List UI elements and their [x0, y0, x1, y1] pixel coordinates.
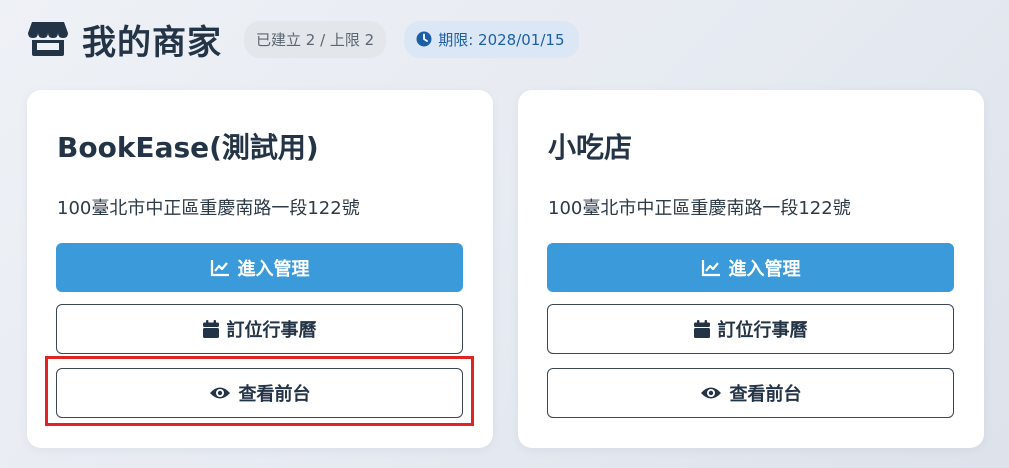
calendar-button[interactable]: 訂位行事曆: [547, 304, 954, 354]
store-address: 100臺北市中正區重慶南路一段122號: [57, 198, 360, 219]
store-card: BookEase(測試用) 100臺北市中正區重慶南路一段122號 進入管理 訂…: [27, 90, 493, 448]
chart-line-icon: [701, 259, 721, 277]
calendar-icon: [202, 320, 219, 338]
manage-button[interactable]: 進入管理: [547, 243, 954, 292]
store-count-badge: 已建立 2 / 上限 2: [244, 20, 387, 58]
calendar-button-label: 訂位行事曆: [226, 320, 317, 341]
manage-button-label: 進入管理: [237, 258, 310, 280]
eye-icon: [700, 385, 722, 401]
view-storefront-button[interactable]: 查看前台: [547, 368, 954, 418]
chart-line-icon: [210, 259, 230, 277]
store-name: BookEase(測試用): [57, 131, 319, 164]
view-storefront-label: 查看前台: [729, 384, 802, 405]
page-title: 我的商家: [82, 22, 222, 63]
manage-button-label: 進入管理: [728, 258, 801, 280]
calendar-button[interactable]: 訂位行事曆: [56, 304, 463, 354]
expiry-badge: 期限: 2028/01/15: [404, 20, 579, 58]
view-storefront-button[interactable]: 查看前台: [56, 368, 463, 418]
calendar-icon: [693, 320, 710, 338]
store-card: 小吃店 100臺北市中正區重慶南路一段122號 進入管理 訂位行事曆 查看前台: [518, 90, 984, 448]
manage-button[interactable]: 進入管理: [56, 243, 463, 292]
store-name: 小吃店: [548, 131, 633, 164]
expiry-text: 期限: 2028/01/15: [438, 30, 565, 49]
store-address: 100臺北市中正區重慶南路一段122號: [548, 198, 851, 219]
view-storefront-label: 查看前台: [238, 384, 311, 405]
page-header: 我的商家 已建立 2 / 上限 2 期限: 2028/01/15: [28, 14, 579, 64]
calendar-button-label: 訂位行事曆: [717, 320, 808, 341]
clock-icon: [416, 31, 432, 47]
store-icon: [28, 18, 70, 60]
eye-icon: [209, 385, 231, 401]
